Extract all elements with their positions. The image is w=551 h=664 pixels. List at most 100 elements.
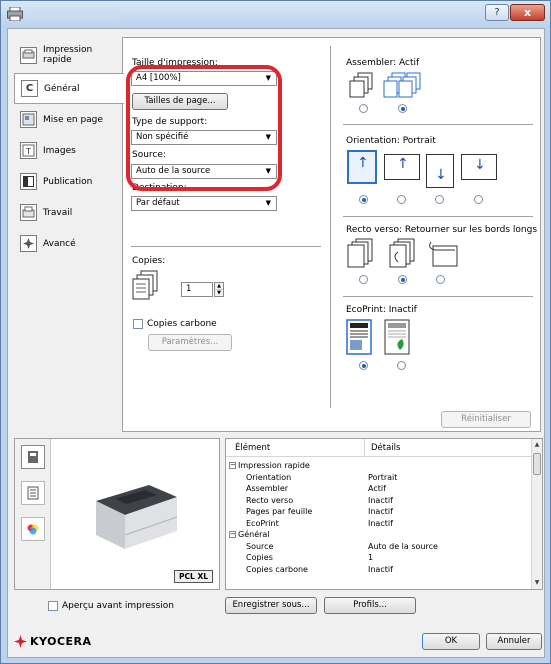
tab-quick-print[interactable]: Impression rapide (14, 37, 123, 73)
preview-side-toolbar (15, 439, 51, 589)
arrow-up-icon: ↑ (357, 155, 369, 171)
tab-label: Publication (43, 176, 93, 187)
copies-stepper[interactable]: ▲ ▼ (214, 282, 224, 297)
row-item: Source (246, 542, 273, 551)
collate-on-icon (383, 72, 421, 98)
image-icon: T (20, 142, 37, 159)
duplex-short-edge-radio[interactable] (436, 275, 445, 284)
duplex-off-icon (347, 238, 373, 268)
table-row[interactable]: Assembler Actif (226, 484, 532, 495)
tab-general[interactable]: C Général (14, 73, 124, 104)
reset-button[interactable]: Réinitialiser (441, 411, 531, 428)
row-details: Auto de la source (368, 541, 438, 551)
ok-button[interactable]: OK (422, 633, 480, 650)
orientation-landscape-radio[interactable] (397, 195, 406, 204)
orientation-rotated-portrait-radio[interactable] (435, 195, 444, 204)
carbon-copies-label: Copies carbone (147, 319, 217, 329)
row-item: Copies (246, 553, 273, 562)
row-item-label: Pages par feuille (246, 507, 313, 516)
table-row[interactable]: Orientation Portrait (226, 473, 532, 484)
chevron-down-icon[interactable]: ▼ (215, 290, 223, 296)
row-item: EcoPrint (246, 519, 279, 528)
help-button[interactable]: ? (485, 4, 509, 21)
table-row[interactable]: Copies carbone Inactif (226, 565, 532, 576)
divider (343, 216, 533, 217)
table-row[interactable]: Recto verso Inactif (226, 496, 532, 507)
orientation-rotated-portrait-option[interactable]: ↓ (426, 154, 454, 188)
row-details: Actif (368, 484, 386, 493)
row-details: Portrait (368, 472, 398, 482)
ecoprint-off-radio[interactable] (359, 361, 368, 370)
collate-off-icon (349, 72, 373, 98)
tab-advanced[interactable]: Avancé (14, 228, 123, 259)
column-header-item[interactable]: Élément (235, 443, 270, 453)
table-row[interactable]: Pages par feuille Inactif (226, 507, 532, 518)
color-view-icon[interactable] (21, 517, 45, 541)
duplex-long-edge-icon (389, 238, 415, 268)
scroll-down-icon[interactable]: ▼ (532, 577, 542, 589)
orientation-rotated-landscape-radio[interactable] (474, 195, 483, 204)
tab-label: Général (44, 83, 80, 94)
profiles-button[interactable]: Profils... (324, 597, 416, 614)
close-button[interactable]: x (510, 4, 545, 21)
parameters-button[interactable]: Paramètres... (148, 334, 232, 351)
carbon-copies-checkbox[interactable] (133, 319, 143, 329)
arrow-up-icon: ↑ (397, 156, 409, 172)
orientation-portrait-option[interactable]: ↑ (347, 150, 377, 184)
table-row[interactable]: Copies 1 (226, 553, 532, 564)
ecoprint-on-icon (384, 319, 410, 355)
duplex-label: Recto verso: Retourner sur les bords lon… (346, 225, 538, 235)
duplex-off-radio[interactable] (359, 275, 368, 284)
row-details: 1 (368, 553, 374, 562)
orientation-landscape-option[interactable]: ↑ (384, 154, 420, 180)
row-item-label: Recto verso (246, 495, 294, 505)
ecoprint-label: EcoPrint: Inactif (346, 305, 417, 315)
collate-off-radio[interactable] (359, 104, 368, 113)
table-row[interactable]: − Général (226, 530, 532, 541)
chevron-up-icon[interactable]: ▲ (215, 283, 223, 290)
layout-icon (20, 111, 37, 128)
copies-input[interactable]: 1 (181, 282, 213, 297)
tab-label: Images (43, 145, 76, 156)
row-item: − Général (229, 530, 270, 539)
collapse-icon[interactable]: − (229, 531, 236, 538)
duplex-long-edge-radio[interactable] (398, 275, 407, 284)
page-view-icon[interactable] (21, 481, 45, 505)
publishing-icon (20, 173, 37, 190)
table-scrollbar[interactable]: ▲ ▼ (531, 439, 542, 589)
row-item: Orientation (246, 473, 291, 482)
collapse-icon[interactable]: − (229, 462, 236, 469)
scroll-up-icon[interactable]: ▲ (532, 439, 542, 451)
brand-logo: KYOCERA (30, 635, 92, 648)
printer-image (96, 485, 178, 549)
table-row[interactable]: EcoPrint Inactif (226, 519, 532, 530)
copies-stack-icon (132, 270, 158, 300)
orientation-portrait-radio[interactable] (359, 195, 368, 204)
print-preview-checkbox[interactable] (48, 601, 58, 611)
column-header-details[interactable]: Détails (371, 443, 400, 453)
svg-text:T: T (25, 147, 31, 156)
collate-on-radio[interactable] (398, 104, 407, 113)
pdl-badge: PCL XL (174, 570, 213, 583)
save-as-button[interactable]: Enregistrer sous... (225, 597, 317, 614)
tab-job[interactable]: Travail (14, 197, 123, 228)
tab-layout[interactable]: Mise en page (14, 104, 123, 135)
orientation-rotated-landscape-option[interactable]: ↓ (461, 154, 497, 180)
table-row[interactable]: Source Auto de la source (226, 542, 532, 553)
cancel-button[interactable]: Annuler (486, 633, 542, 650)
table-row[interactable]: − Impression rapide (226, 461, 532, 472)
row-item: Pages par feuille (246, 507, 312, 516)
copies-value: 1 (186, 284, 192, 294)
tab-list: Impression rapide C Général Mise en page… (14, 37, 124, 259)
scroll-thumb[interactable] (533, 453, 541, 475)
row-item-label: Copies (246, 553, 273, 562)
printer-icon (7, 7, 23, 21)
row-item: Assembler (246, 484, 288, 493)
ecoprint-on-radio[interactable] (397, 361, 406, 370)
printer-view-icon[interactable] (21, 445, 45, 469)
dialog-client-area: Impression rapide C Général Mise en page… (7, 28, 545, 658)
tab-images[interactable]: T Images (14, 135, 123, 166)
tab-label: Avancé (43, 238, 76, 249)
tab-publishing[interactable]: Publication (14, 166, 123, 197)
destination-dropdown[interactable]: Par défaut ▼ (131, 196, 277, 211)
